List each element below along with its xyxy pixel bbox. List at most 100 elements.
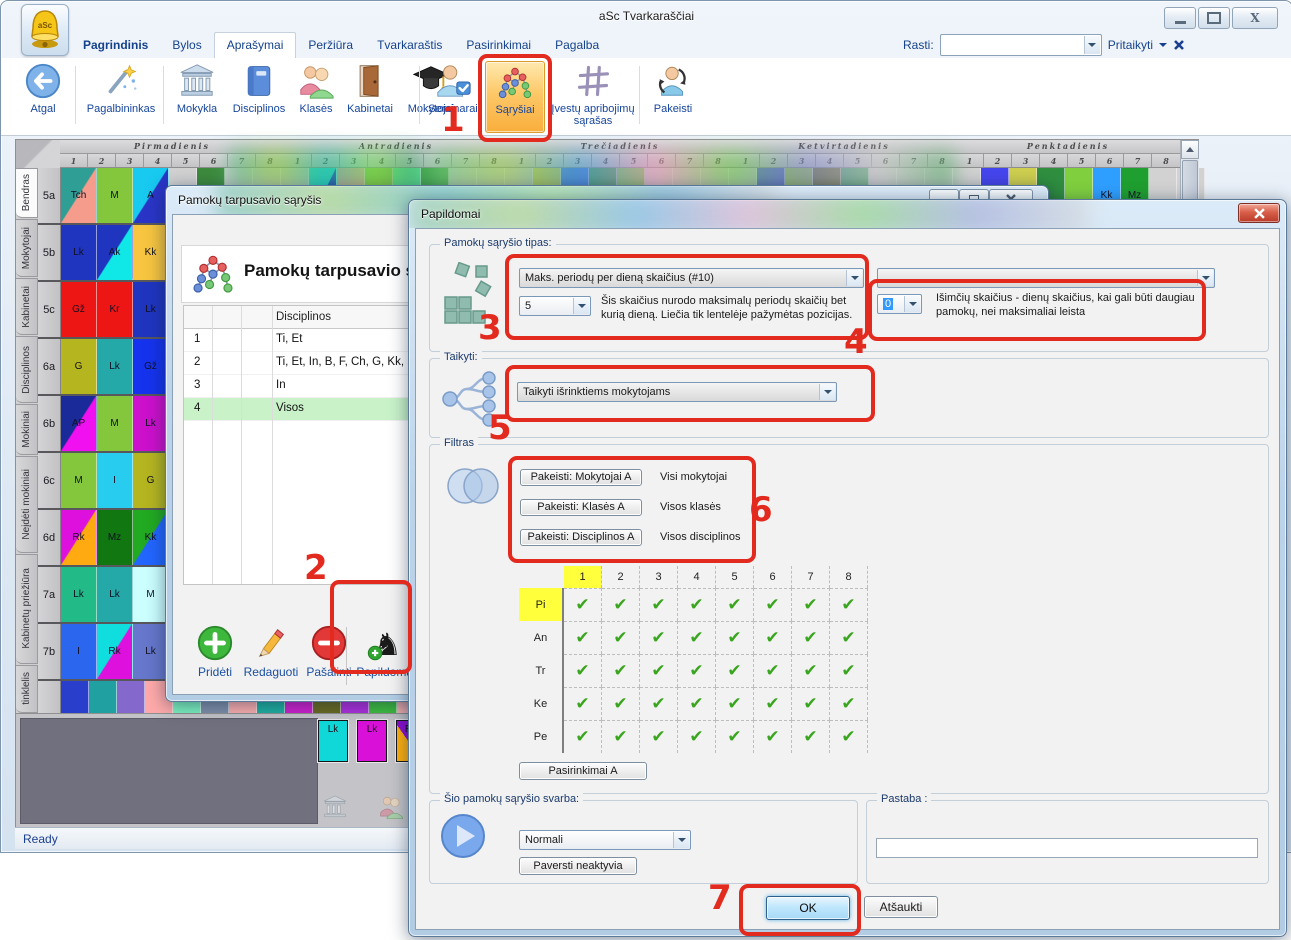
- grid-check-cell[interactable]: ✔: [640, 654, 678, 687]
- grid-column-header-1[interactable]: 1: [564, 566, 602, 588]
- make-inactive-button[interactable]: Paversti neaktyvia: [519, 857, 637, 875]
- grid-check-cell[interactable]: ✔: [716, 621, 754, 654]
- grid-column-header-5[interactable]: 5: [716, 566, 754, 588]
- grid-check-cell[interactable]: ✔: [678, 720, 716, 753]
- grid-column-header-7[interactable]: 7: [792, 566, 830, 588]
- lesson-cell[interactable]: Lk: [97, 567, 133, 622]
- period-number[interactable]: 6: [200, 154, 228, 168]
- lesson-cell[interactable]: Gž: [133, 339, 169, 394]
- lesson-cell[interactable]: Lk: [133, 282, 169, 337]
- lesson-cell[interactable]: Kr: [97, 282, 133, 337]
- grid-check-cell[interactable]: ✔: [602, 621, 640, 654]
- lesson-cell[interactable]: M: [97, 396, 133, 451]
- lesson-cell[interactable]: G: [61, 339, 97, 394]
- class-label[interactable]: 6a: [38, 339, 61, 394]
- class-label[interactable]: 6b: [38, 396, 61, 451]
- grid-check-cell[interactable]: ✔: [640, 720, 678, 753]
- minimize-button[interactable]: [1164, 7, 1196, 29]
- lesson-cell[interactable]: Lk: [133, 396, 169, 451]
- lesson-cell[interactable]: Lk: [61, 567, 97, 622]
- tab-peržiūra[interactable]: Peržiūra: [296, 33, 365, 58]
- grid-check-cell[interactable]: ✔: [564, 687, 602, 720]
- period-number[interactable]: 5: [1068, 154, 1096, 168]
- period-number[interactable]: 1: [60, 154, 88, 168]
- lesson-cell[interactable]: [61, 681, 89, 714]
- grid-check-cell[interactable]: ✔: [602, 654, 640, 687]
- lesson-cell[interactable]: M: [97, 168, 133, 223]
- lesson-cell[interactable]: Kk: [133, 510, 169, 565]
- ribbon-button-disciplinos[interactable]: Disciplinos: [227, 61, 291, 131]
- class-label[interactable]: 5a: [38, 168, 61, 223]
- grid-row-label-Pe[interactable]: Pe: [519, 720, 564, 753]
- grid-check-cell[interactable]: ✔: [716, 654, 754, 687]
- lesson-cell[interactable]: G: [133, 453, 169, 508]
- side-tab-kabinetai[interactable]: Kabinetai: [16, 278, 38, 335]
- class-label[interactable]: 5c: [38, 282, 61, 337]
- filter-button-pakeisti-mokytojai-a[interactable]: Pakeisti: Mokytojai A: [520, 469, 642, 486]
- grid-check-cell[interactable]: ✔: [602, 687, 640, 720]
- grid-column-header-6[interactable]: 6: [754, 566, 792, 588]
- grid-check-cell[interactable]: ✔: [792, 687, 830, 720]
- lesson-cell[interactable]: Rk: [61, 510, 97, 565]
- grid-check-cell[interactable]: ✔: [830, 621, 868, 654]
- class-label[interactable]: [38, 681, 61, 714]
- filter-button-pakeisti-klasės-a[interactable]: Pakeisti: Klasės A: [520, 499, 642, 516]
- lesson-cell[interactable]: Gž: [61, 282, 97, 337]
- grid-check-cell[interactable]: ✔: [564, 588, 602, 621]
- secondary-type-select[interactable]: [877, 268, 1215, 288]
- dialog1-button-redaguoti[interactable]: Redaguoti: [239, 623, 303, 679]
- ribbon-button-klasės[interactable]: Klasės: [293, 61, 339, 131]
- side-tab-tinklelis[interactable]: tinklelis: [16, 665, 38, 713]
- grid-check-cell[interactable]: ✔: [754, 588, 792, 621]
- class-label[interactable]: 6d: [38, 510, 61, 565]
- period-number[interactable]: 3: [1012, 154, 1040, 168]
- class-label[interactable]: 7b: [38, 624, 61, 679]
- side-tab-mokytojai[interactable]: Mokytojai: [16, 219, 38, 277]
- exceptions-select[interactable]: 0: [877, 294, 922, 314]
- lesson-cell[interactable]: Lk: [133, 624, 169, 679]
- importance-select[interactable]: Normali: [519, 830, 691, 850]
- maximize-button[interactable]: [1198, 7, 1230, 29]
- grid-check-cell[interactable]: ✔: [678, 687, 716, 720]
- grid-column-header-3[interactable]: 3: [640, 566, 678, 588]
- side-tab-kabinetų-priežiūra[interactable]: Kabinetų priežiūra: [16, 554, 38, 664]
- period-number[interactable]: 2: [88, 154, 116, 168]
- grid-check-cell[interactable]: ✔: [792, 621, 830, 654]
- lesson-cell[interactable]: Ak: [97, 225, 133, 280]
- unscheduled-card[interactable]: Lk: [357, 720, 387, 762]
- dialog2-close-button[interactable]: [1238, 203, 1280, 223]
- dialog2-titlebar[interactable]: [409, 200, 1286, 228]
- period-number[interactable]: 7: [1124, 154, 1152, 168]
- ribbon-button-įvestų-apribojimų[interactable]: Įvestų apribojimųsąrašas: [547, 61, 639, 131]
- apply-to-select[interactable]: Taikyti išrinktiems mokytojams: [517, 382, 837, 402]
- relation-type-select[interactable]: Maks. periodų per dieną skaičius (#10): [519, 268, 864, 288]
- ribbon-button-sąryšiai[interactable]: Sąryšiai: [485, 61, 545, 133]
- grid-check-cell[interactable]: ✔: [602, 588, 640, 621]
- lesson-cell[interactable]: I: [97, 453, 133, 508]
- grid-check-cell[interactable]: ✔: [754, 654, 792, 687]
- tab-bylos[interactable]: Bylos: [160, 33, 213, 58]
- ribbon-button-kabinetai[interactable]: Kabinetai: [341, 61, 399, 131]
- ribbon-button-mokykla[interactable]: Mokykla: [169, 61, 225, 131]
- period-number[interactable]: 8: [1152, 154, 1180, 168]
- ribbon-button-atgal[interactable]: Atgal: [15, 61, 71, 131]
- apply-chevron-icon[interactable]: [1159, 43, 1167, 47]
- period-number[interactable]: 5: [172, 154, 200, 168]
- grid-check-cell[interactable]: ✔: [678, 654, 716, 687]
- period-number[interactable]: 4: [144, 154, 172, 168]
- grid-check-cell[interactable]: ✔: [754, 687, 792, 720]
- lesson-cell[interactable]: [117, 681, 145, 714]
- grid-column-header-4[interactable]: 4: [678, 566, 716, 588]
- tab-tvarkaraštis[interactable]: Tvarkaraštis: [365, 33, 454, 58]
- note-input[interactable]: [876, 838, 1258, 858]
- grid-row-label-Tr[interactable]: Tr: [519, 654, 564, 687]
- period-number[interactable]: 2: [984, 154, 1012, 168]
- lesson-cell[interactable]: A: [133, 168, 169, 223]
- tab-aprašymai[interactable]: Aprašymai: [214, 32, 297, 58]
- grid-check-cell[interactable]: ✔: [678, 588, 716, 621]
- grid-check-cell[interactable]: ✔: [830, 588, 868, 621]
- lesson-cell[interactable]: Lk: [61, 225, 97, 280]
- dialog1-button-pašalinti[interactable]: Pašalinti: [297, 623, 361, 679]
- grid-check-cell[interactable]: ✔: [640, 687, 678, 720]
- grid-check-cell[interactable]: ✔: [830, 720, 868, 753]
